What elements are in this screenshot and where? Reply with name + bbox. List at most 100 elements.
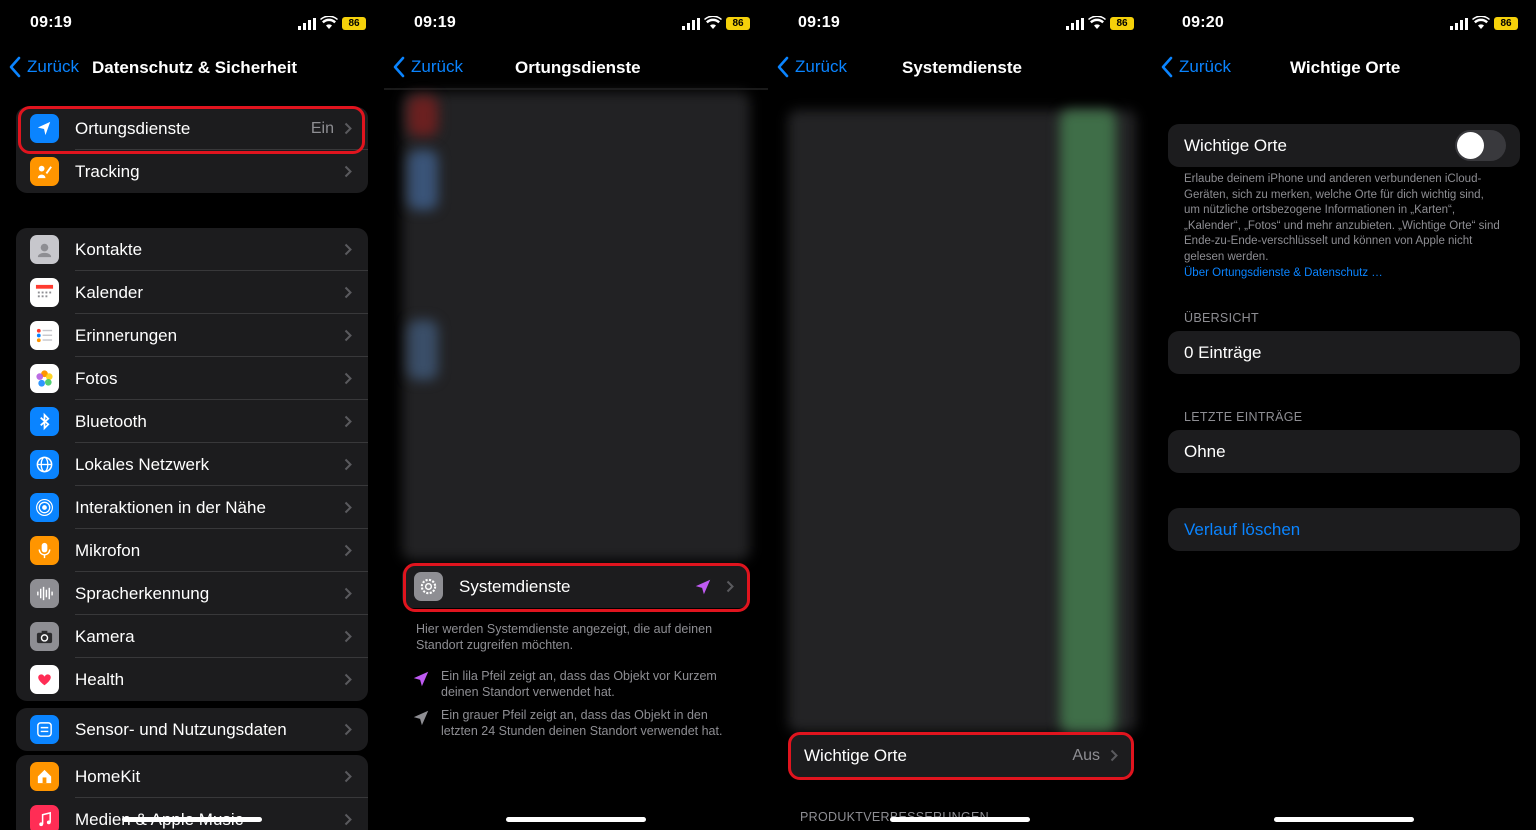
systemdienste-group: Systemdienste [402,565,750,608]
back-button[interactable]: Zurück [1160,56,1231,78]
back-label: Zurück [27,57,79,76]
blurred-toggles [1060,110,1116,732]
cellular-signal-icon [298,18,316,30]
blurred-app-icon [408,96,438,136]
nav-bar: Zurück Datenschutz & Sicherheit [0,52,384,84]
settings-group-permissions: Kontakte Kalender Erinnerungen Fotos Blu [16,228,368,701]
cellular-signal-icon [1450,18,1468,30]
section-header-letzte-eintraege: LETZTE EINTRÄGE [1184,410,1303,424]
back-button[interactable]: Zurück [8,56,79,78]
row-health[interactable]: Health [16,658,368,701]
privacy-link[interactable]: Über Ortungsdienste & Datenschutz … [1184,267,1383,279]
row-label: Kamera [75,626,135,646]
row-interaktionen[interactable]: Interaktionen in der Nähe [16,486,368,529]
reminders-icon [30,321,59,350]
gear-icon [414,572,443,601]
calendar-icon [30,278,59,307]
home-indicator [122,817,262,822]
chevron-right-icon [344,372,352,385]
row-kontakte[interactable]: Kontakte [16,228,368,271]
row-spracherkennung[interactable]: Spracherkennung [16,572,368,615]
row-tracking[interactable]: Tracking [16,150,368,193]
row-value: Aus [1072,746,1100,764]
sensor-icon [30,715,59,744]
chevron-right-icon [344,587,352,600]
wifi-icon [1088,16,1106,29]
row-label: Systemdienste [459,576,571,596]
row-label: Erinnerungen [75,325,178,345]
row-label: Ohne [1184,441,1226,461]
row-erinnerungen[interactable]: Erinnerungen [16,314,368,357]
row-label: Spracherkennung [75,583,210,603]
status-bar: 09:19 86 [768,14,1152,36]
location-arrow-gray-icon [413,710,429,726]
nav-bar: Zurück Systemdienste [768,52,1152,84]
page-title: Ortungsdienste [515,58,641,77]
photos-icon [30,364,59,393]
wichtige-orte-description: Erlaube deinem iPhone und anderen verbun… [1184,172,1500,281]
camera-icon [30,622,59,651]
screen-systemdienste: 09:19 86 Zurück Systemdienste Wichtige O… [768,0,1152,830]
home-indicator [1274,817,1414,822]
systemdienste-description: Hier werden Systemdienste angezeigt, die… [416,622,713,652]
recent-group: Ohne [1168,430,1520,473]
chevron-right-icon [344,813,352,826]
row-ortungsdienste[interactable]: Ortungsdienste Ein [16,107,368,150]
blurred-app-icon [408,320,438,380]
back-label: Zurück [411,57,463,76]
wifi-icon [1472,16,1490,29]
location-arrow-purple-icon [695,579,711,594]
row-kalender[interactable]: Kalender [16,271,368,314]
section-header-uebersicht: ÜBERSICHT [1184,311,1259,325]
row-label: Kalender [75,282,144,302]
row-systemdienste[interactable]: Systemdienste [402,565,750,608]
row-wichtige-orte-toggle: Wichtige Orte [1168,124,1520,167]
row-bluetooth[interactable]: Bluetooth [16,400,368,443]
wichtige-orte-toggle[interactable] [1455,130,1506,161]
chevron-left-icon [393,56,405,78]
row-label: Sensor- und Nutzungsdaten [75,719,287,739]
status-time: 09:19 [30,14,72,31]
bluetooth-icon [30,407,59,436]
chevron-right-icon [344,673,352,686]
clear-history-label: Verlauf löschen [1184,519,1301,539]
chevron-right-icon [344,122,352,135]
row-sensor[interactable]: Sensor- und Nutzungsdaten [16,708,368,751]
row-kamera[interactable]: Kamera [16,615,368,658]
battery-indicator: 86 [1494,17,1518,30]
status-bar: 09:19 86 [0,14,384,36]
chevron-right-icon [344,243,352,256]
chevron-right-icon [344,544,352,557]
waveform-icon [30,579,59,608]
row-overview[interactable]: 0 Einträge [1168,331,1520,374]
chevron-right-icon [344,165,352,178]
chevron-left-icon [1161,56,1173,78]
chevron-right-icon [344,501,352,514]
screen-datenschutz: 09:19 86 Zurück Datenschutz & Sicherheit… [0,0,384,830]
status-bar: 09:19 86 [384,14,768,36]
wichtige-orte-group: Wichtige Orte Aus [788,734,1134,777]
location-arrow-icon [30,114,59,143]
row-value: Ein [310,119,334,137]
cellular-signal-icon [1066,18,1084,30]
row-label: Kontakte [75,239,143,259]
chevron-left-icon [9,56,21,78]
legend-purple-text: Ein lila Pfeil zeigt an, dass das Objekt… [441,669,717,699]
row-mikrofon[interactable]: Mikrofon [16,529,368,572]
settings-group-sensor: Sensor- und Nutzungsdaten [16,708,368,751]
row-wichtige-orte[interactable]: Wichtige Orte Aus [788,734,1134,777]
settings-group-location: Ortungsdienste Ein Tracking [16,107,368,193]
row-fotos[interactable]: Fotos [16,357,368,400]
row-homekit[interactable]: HomeKit [16,755,368,798]
row-label: Lokales Netzwerk [75,454,210,474]
row-lokales-netzwerk[interactable]: Lokales Netzwerk [16,443,368,486]
back-button[interactable]: Zurück [776,56,847,78]
back-button[interactable]: Zurück [392,56,463,78]
microphone-icon [30,536,59,565]
clear-history-button[interactable]: Verlauf löschen [1168,508,1520,551]
status-time: 09:20 [1182,14,1224,31]
chevron-right-icon [1110,749,1118,762]
row-label: Ortungsdienste [75,118,191,138]
row-medien[interactable]: Medien & Apple Music [16,798,368,830]
status-time: 09:19 [798,14,840,31]
